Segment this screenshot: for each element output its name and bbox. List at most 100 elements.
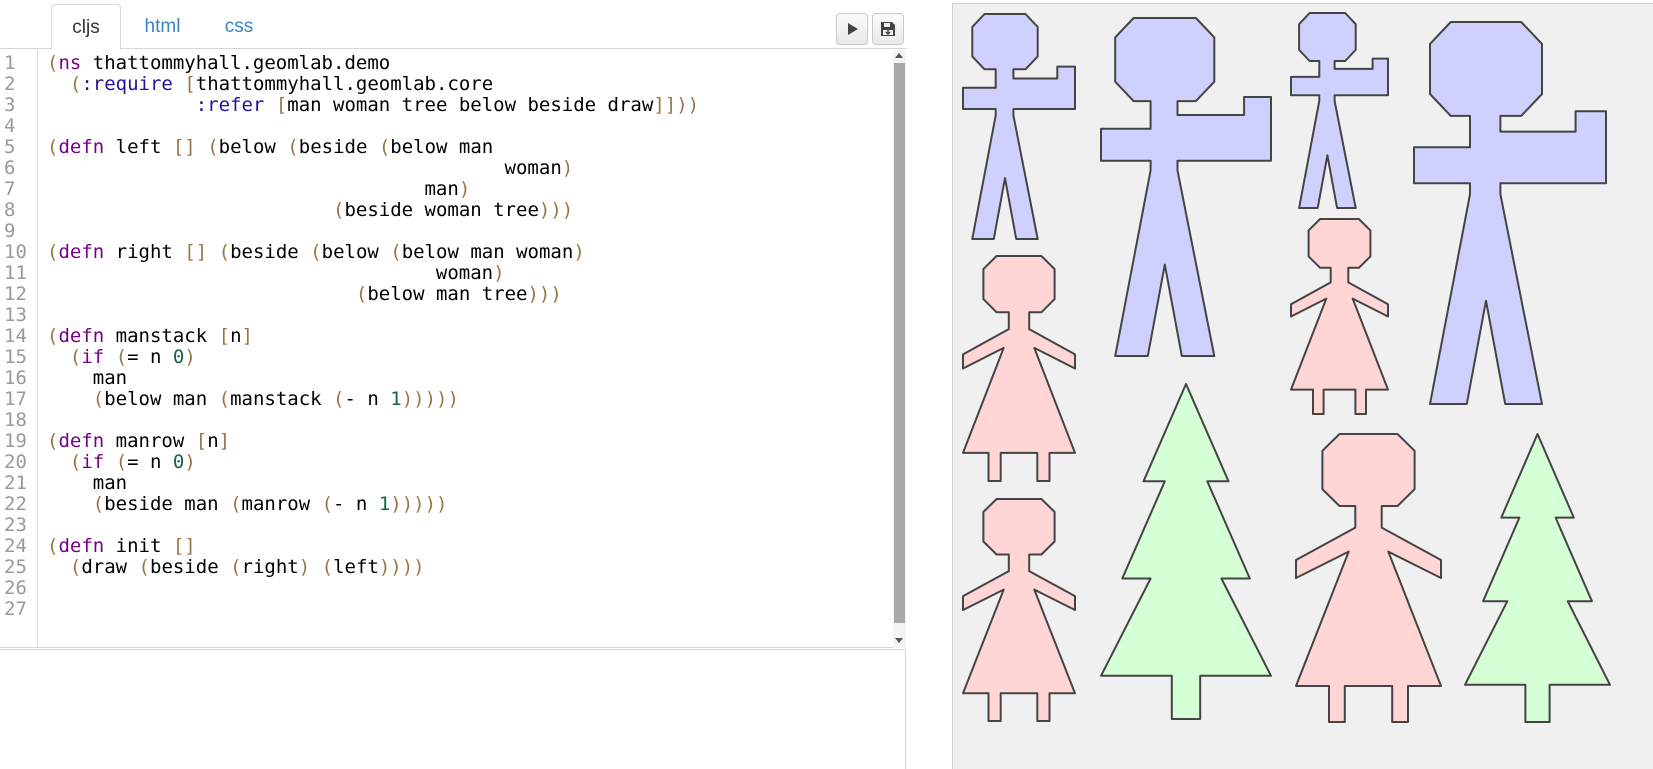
code-token: (	[115, 346, 128, 368]
code-token: defn	[58, 325, 105, 347]
code-token: 0	[172, 451, 185, 473]
code-line[interactable]	[47, 578, 886, 599]
code-token: defn	[58, 136, 105, 158]
line-number: 24	[4, 535, 27, 557]
code-token: n	[207, 430, 219, 452]
code-token: []	[172, 535, 196, 557]
code-line[interactable]: (:require [thattommyhall.geomlab.core	[47, 74, 886, 95]
code-line[interactable]: (if (= n 0)	[47, 452, 886, 473]
code-token: (	[47, 52, 59, 74]
save-button[interactable]	[872, 13, 904, 45]
line-numbers: 1 2 3 4 5 6 7 8 9 10 11 12 13 14 15 16 17 18 19 20 21 22 23 24 2…	[0, 53, 30, 620]
man-figure	[1413, 21, 1607, 405]
code-line[interactable]	[47, 116, 886, 137]
code-line[interactable]	[47, 599, 886, 620]
editor-scrollbar[interactable]	[893, 50, 906, 648]
code-line[interactable]: (beside man (manrow (- n 1)))))	[47, 494, 886, 515]
line-number: 20	[4, 451, 27, 473]
code-line[interactable]	[47, 305, 886, 326]
line-number: 21	[4, 472, 27, 494]
code-token: - n	[344, 388, 391, 410]
code-line[interactable]: (defn left [] (below (beside (below man	[47, 137, 886, 158]
code-token: :require	[81, 73, 173, 95]
code-token: thattommyhall.geomlab.demo	[81, 52, 391, 74]
line-number: 8	[4, 199, 16, 221]
line-number: 22	[4, 493, 27, 515]
tab-html[interactable]: html	[135, 4, 190, 50]
scrollbar-thumb[interactable]	[894, 63, 905, 623]
code-token: if	[81, 451, 105, 473]
line-number: 2	[4, 73, 16, 95]
code-token: (	[332, 199, 345, 221]
code-token: beside	[150, 556, 231, 578]
code-lines[interactable]: (ns thattommyhall.geomlab.demo (:require…	[47, 53, 886, 620]
code-line[interactable]: (defn manrow [n]	[47, 431, 886, 452]
code-token: (	[92, 388, 105, 410]
code-line[interactable]: (if (= n 0)	[47, 347, 886, 368]
tree-figure	[1100, 383, 1272, 720]
code-line[interactable]: man	[47, 368, 886, 389]
code-token: (	[47, 325, 59, 347]
code-token: )	[184, 451, 196, 473]
line-number: 4	[4, 115, 16, 137]
line-number: 26	[4, 577, 27, 599]
code-token: left	[333, 556, 379, 578]
line-number: 17	[4, 388, 27, 410]
code-token: (	[378, 136, 391, 158]
code-line[interactable]	[47, 221, 886, 242]
code-editor[interactable]: 1 2 3 4 5 6 7 8 9 10 11 12 13 14 15 16 17 18 19 20 21 22 23 24 2…	[0, 50, 906, 648]
code-token: man	[47, 178, 459, 200]
man-figure	[1100, 17, 1272, 357]
drawing-canvas	[962, 12, 1611, 723]
code-token: [	[218, 325, 231, 347]
code-line[interactable]: (defn right [] (beside (below (below man…	[47, 242, 886, 263]
tab-css[interactable]: css	[214, 4, 264, 50]
code-line[interactable]: (below man tree)))	[47, 284, 886, 305]
code-line[interactable]: (defn manstack [n]	[47, 326, 886, 347]
code-line[interactable]: woman)	[47, 263, 886, 284]
console-output[interactable]	[0, 649, 906, 769]
code-token: init	[104, 535, 173, 557]
code-token: (	[47, 241, 59, 263]
code-line[interactable]	[47, 410, 886, 431]
code-token: man	[47, 472, 128, 494]
editor-panel: cljs html css 1 2 3 4 5 6 7 8 9 10 11 12 13 14 15 16 17 1…	[0, 0, 906, 769]
line-number: 5	[4, 136, 16, 158]
code-token: )	[493, 262, 505, 284]
code-line[interactable]: (below man (manstack (- n 1)))))	[47, 389, 886, 410]
line-number: 3	[4, 94, 16, 116]
tab-bar: cljs html css	[0, 0, 906, 50]
code-line[interactable]: man)	[47, 179, 886, 200]
tab-cljs[interactable]: cljs	[51, 4, 121, 50]
code-token: [	[275, 94, 288, 116]
line-number: 6	[4, 157, 16, 179]
code-token: (	[92, 493, 105, 515]
line-number: 7	[4, 178, 16, 200]
code-token: )))))	[401, 388, 459, 410]
code-token: (	[310, 241, 322, 263]
code-line[interactable]: (ns thattommyhall.geomlab.demo	[47, 53, 886, 74]
code-token: below man	[104, 388, 219, 410]
line-number: 25	[4, 556, 27, 578]
code-token: beside	[230, 241, 311, 263]
code-line[interactable]: (defn init []	[47, 536, 886, 557]
run-button[interactable]	[836, 13, 868, 45]
code-token: draw	[81, 556, 139, 578]
code-line[interactable]: man	[47, 473, 886, 494]
code-line[interactable]: (beside woman tree)))	[47, 200, 886, 221]
code-token: )	[573, 241, 585, 263]
code-line[interactable]: :refer [man woman tree below beside draw…	[47, 95, 886, 116]
code-token: = n	[127, 346, 173, 368]
scroll-up-arrow-icon[interactable]	[895, 53, 903, 58]
code-line[interactable]: (draw (beside (right) (left))))	[47, 557, 886, 578]
man-figure	[1290, 12, 1389, 209]
code-token: beside woman tree	[344, 199, 539, 221]
code-token: (	[287, 136, 299, 158]
line-number: 16	[4, 367, 27, 389]
scroll-down-arrow-icon[interactable]	[895, 638, 903, 643]
line-number: 15	[4, 346, 27, 368]
code-token: manstack	[230, 388, 334, 410]
code-line[interactable]: woman)	[47, 158, 886, 179]
code-line[interactable]	[47, 515, 886, 536]
